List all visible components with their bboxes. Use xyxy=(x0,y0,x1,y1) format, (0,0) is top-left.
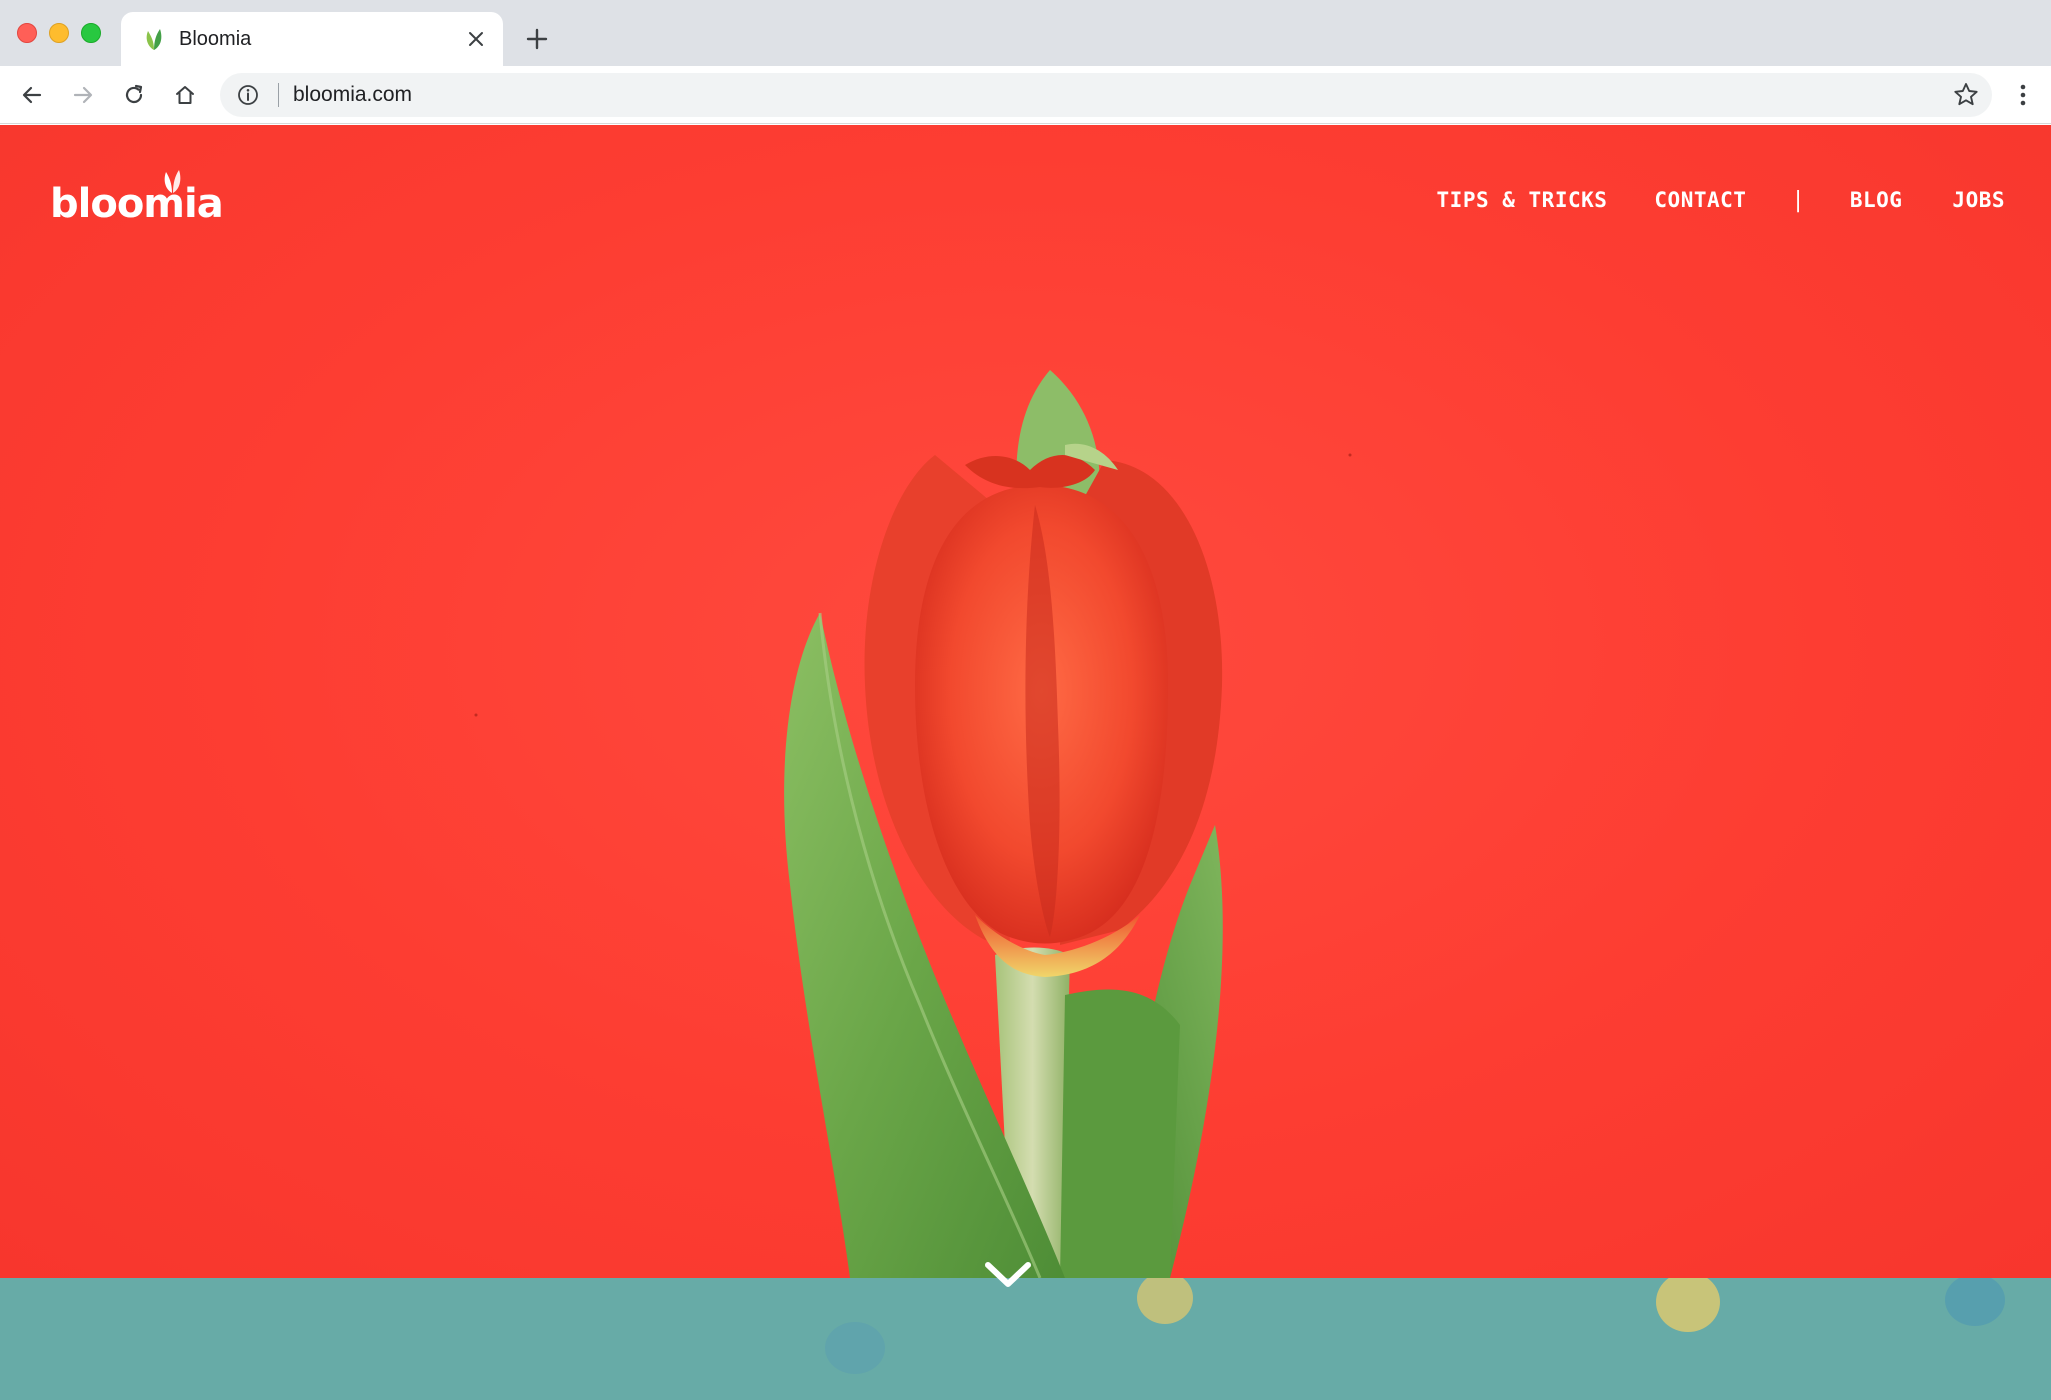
nav-separator: | xyxy=(1794,187,1802,213)
browser-tab-strip: Bloomia xyxy=(0,0,2051,66)
reload-icon[interactable] xyxy=(119,80,149,110)
address-bar[interactable]: bloomia.com xyxy=(220,73,1992,117)
main-navigation: TIPS & TRICKS CONTACT | BLOG JOBS xyxy=(1437,187,2005,213)
chevron-down-icon[interactable] xyxy=(981,1257,1035,1293)
url-text[interactable]: bloomia.com xyxy=(293,83,412,107)
arrow-left-icon[interactable] xyxy=(17,80,47,110)
window-zoom-button[interactable] xyxy=(81,23,101,43)
star-icon[interactable] xyxy=(1952,81,1980,109)
tab-title: Bloomia xyxy=(179,28,252,50)
home-icon[interactable] xyxy=(170,80,200,110)
nav-jobs[interactable]: JOBS xyxy=(1952,187,2005,213)
logo-wordmark: bloomia xyxy=(50,181,224,227)
window-minimize-button[interactable] xyxy=(49,23,69,43)
plus-icon[interactable] xyxy=(522,24,552,54)
window-close-button[interactable] xyxy=(17,23,37,43)
arrow-right-icon[interactable] xyxy=(68,80,98,110)
nav-blog[interactable]: BLOG xyxy=(1850,187,1903,213)
close-icon[interactable] xyxy=(463,26,489,52)
browser-tab[interactable]: Bloomia xyxy=(121,12,503,66)
address-separator xyxy=(278,83,279,107)
info-icon[interactable] xyxy=(236,83,260,107)
page-viewport: bloomia TIPS & TRICKS CONTACT | BLOG JOB… xyxy=(0,125,2051,1400)
browser-toolbar: bloomia.com xyxy=(0,66,2051,124)
next-section-band xyxy=(0,1272,2051,1400)
nav-contact[interactable]: CONTACT xyxy=(1654,187,1746,213)
nav-tips-tricks[interactable]: TIPS & TRICKS xyxy=(1437,187,1608,213)
kebab-menu-icon[interactable] xyxy=(2008,80,2038,110)
tulip-hero-image xyxy=(474,370,1352,1279)
leaf-logo-icon xyxy=(164,170,181,193)
paint-dots-decoration xyxy=(825,1272,2005,1374)
leaf-icon xyxy=(146,29,162,50)
